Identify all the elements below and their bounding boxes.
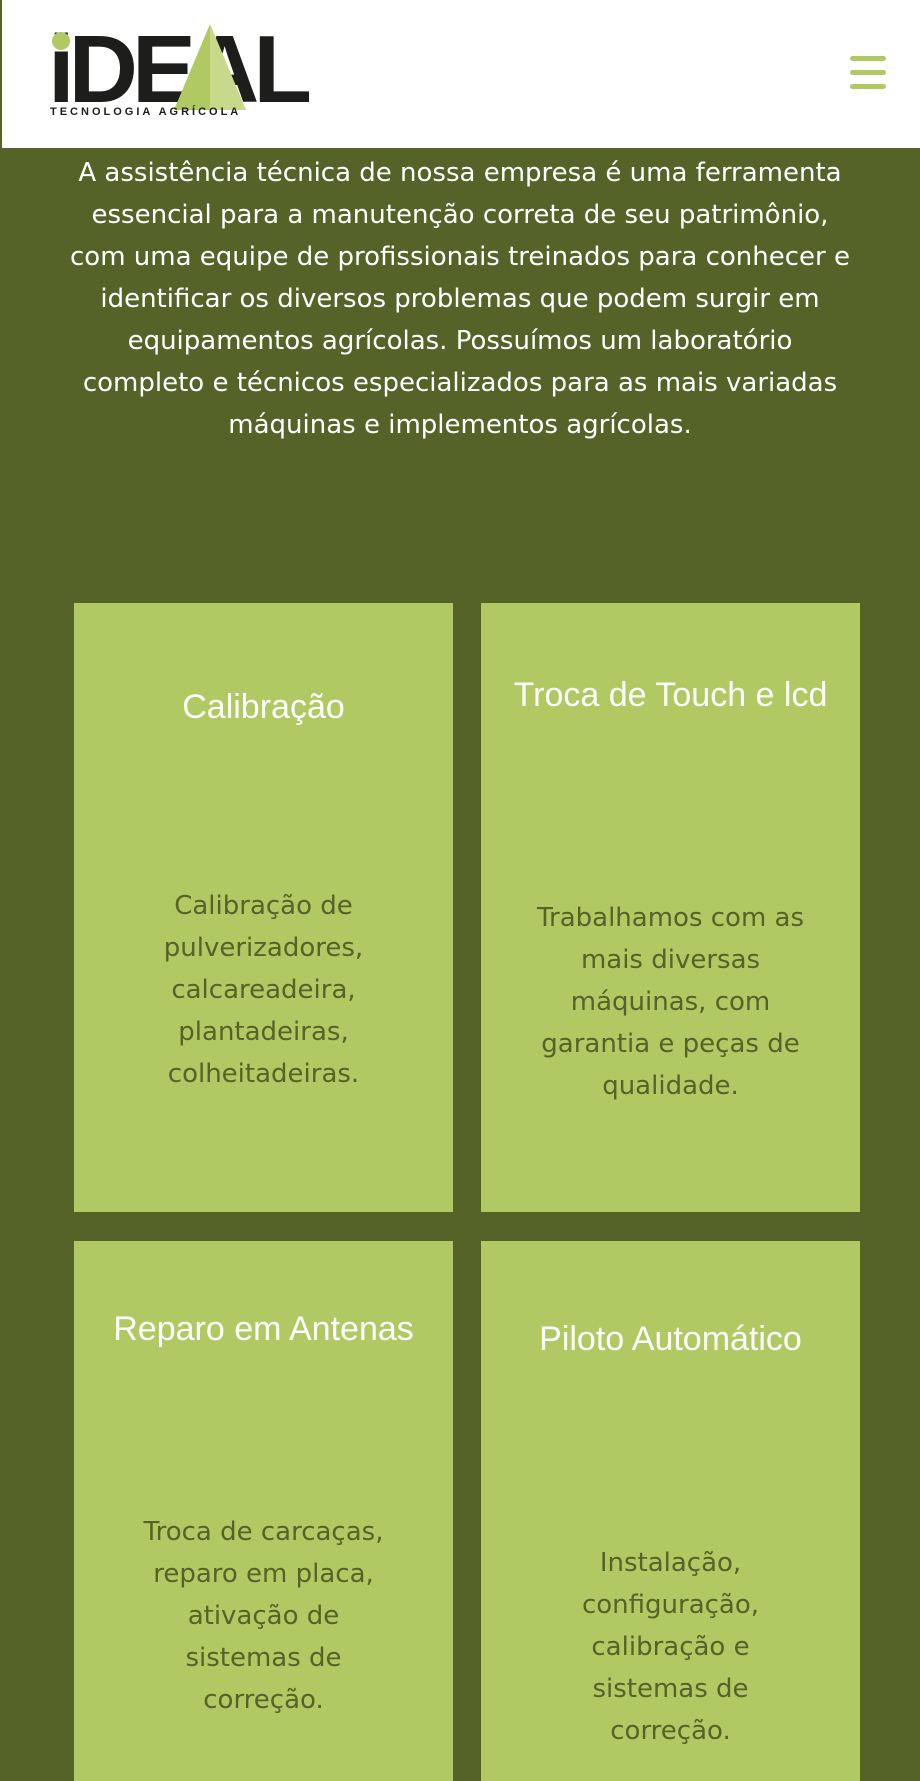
- hamburger-menu-icon[interactable]: [850, 56, 886, 90]
- intro-text: A assistência técnica de nossa empresa é…: [70, 158, 850, 440]
- logo-triangle-shade-shape: [210, 24, 246, 110]
- logo-dot-shape: [52, 32, 70, 50]
- logo-tagline: TECNOLOGIA AGRÍCOLA: [50, 106, 242, 118]
- ideal-logo[interactable]: iDEAL TECNOLOGIA AGRÍCOLA: [48, 22, 312, 122]
- service-title: Reparo em Antenas: [113, 1310, 414, 1348]
- site-header: iDEAL TECNOLOGIA AGRÍCOLA: [0, 0, 920, 148]
- service-card-troca-touch-lcd: Troca de Touch e lcd Trabalhamos com as …: [481, 603, 860, 1212]
- service-description: Trabalhamos com as mais diversas máquina…: [536, 903, 805, 1101]
- service-title: Piloto Automático: [539, 1320, 802, 1358]
- service-title: Troca de Touch e lcd: [513, 676, 828, 714]
- menu-bar-middle: [850, 70, 886, 75]
- service-card-calibracao: Calibração Calibração de pulverizadores,…: [74, 603, 453, 1212]
- service-description: Instalação, configuração, calibração e s…: [581, 1548, 760, 1746]
- service-description: Troca de carcaças, reparo em placa, ativ…: [143, 1517, 384, 1715]
- menu-bar-top: [850, 56, 886, 61]
- service-description: Calibração de pulverizadores, calcareade…: [163, 891, 364, 1089]
- service-title: Calibração: [182, 688, 345, 726]
- service-card-reparo-antenas: Reparo em Antenas Troca de carcaças, rep…: [74, 1241, 453, 1781]
- menu-bar-bottom: [850, 84, 886, 89]
- service-card-piloto-automatico: Piloto Automático Instalação, configuraç…: [481, 1241, 860, 1781]
